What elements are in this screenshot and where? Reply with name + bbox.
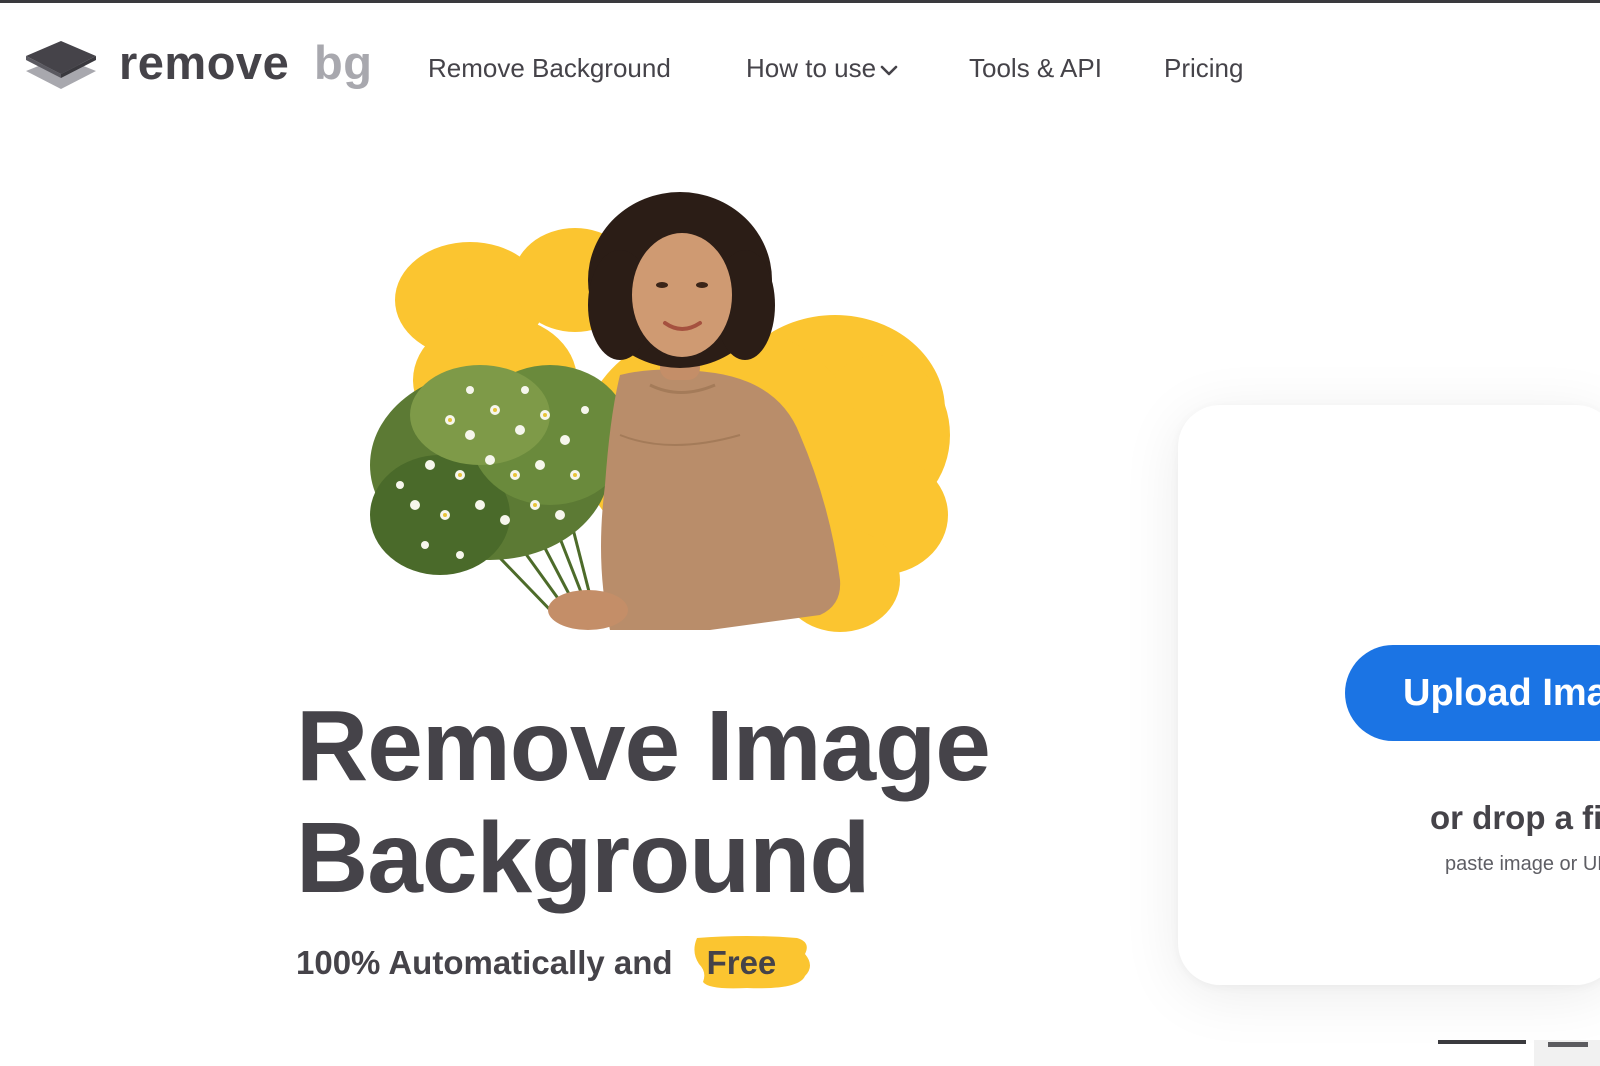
bouquet-foliage [370,365,630,575]
logo-word-remove: remove [119,36,290,89]
hero-subtitle: 100% Automatically and Free [296,936,810,989]
free-highlight-text: Free [706,944,777,981]
stacked-layers-icon [26,41,96,89]
removebg-logo[interactable]: remove bg [24,35,394,95]
nav-remove-background-label: Remove Background [428,53,671,83]
free-highlight-badge: Free [687,936,810,989]
site-header: remove bg Remove Background How to use T… [0,3,1600,123]
nav-pricing[interactable]: Pricing [1164,48,1243,88]
logo-word-bg: bg [314,36,373,89]
upload-image-button[interactable]: Upload Image [1345,645,1600,741]
nav-pricing-label: Pricing [1164,53,1244,83]
hero-image [370,192,950,632]
nav-how-to-use-label: How to use [746,53,877,83]
nav-how-to-use[interactable]: How to use [746,48,898,88]
paste-image-text: paste image or URL [1445,853,1600,875]
nav-tools-api-label: Tools & API [969,53,1102,83]
hero-subtitle-text: 100% Automatically and [296,944,673,981]
chevron-down-icon [880,65,898,76]
hero-title-line-2: Background [296,802,870,914]
sample-image-thumbnail[interactable] [1438,1040,1600,1066]
hero-title-line-1: Remove Image [296,690,991,802]
hero-title: Remove Image Background [296,690,991,914]
nav-tools-api[interactable]: Tools & API [969,48,1102,88]
nav-remove-background[interactable]: Remove Background [428,48,671,88]
drop-file-text: or drop a file, [1430,799,1600,836]
